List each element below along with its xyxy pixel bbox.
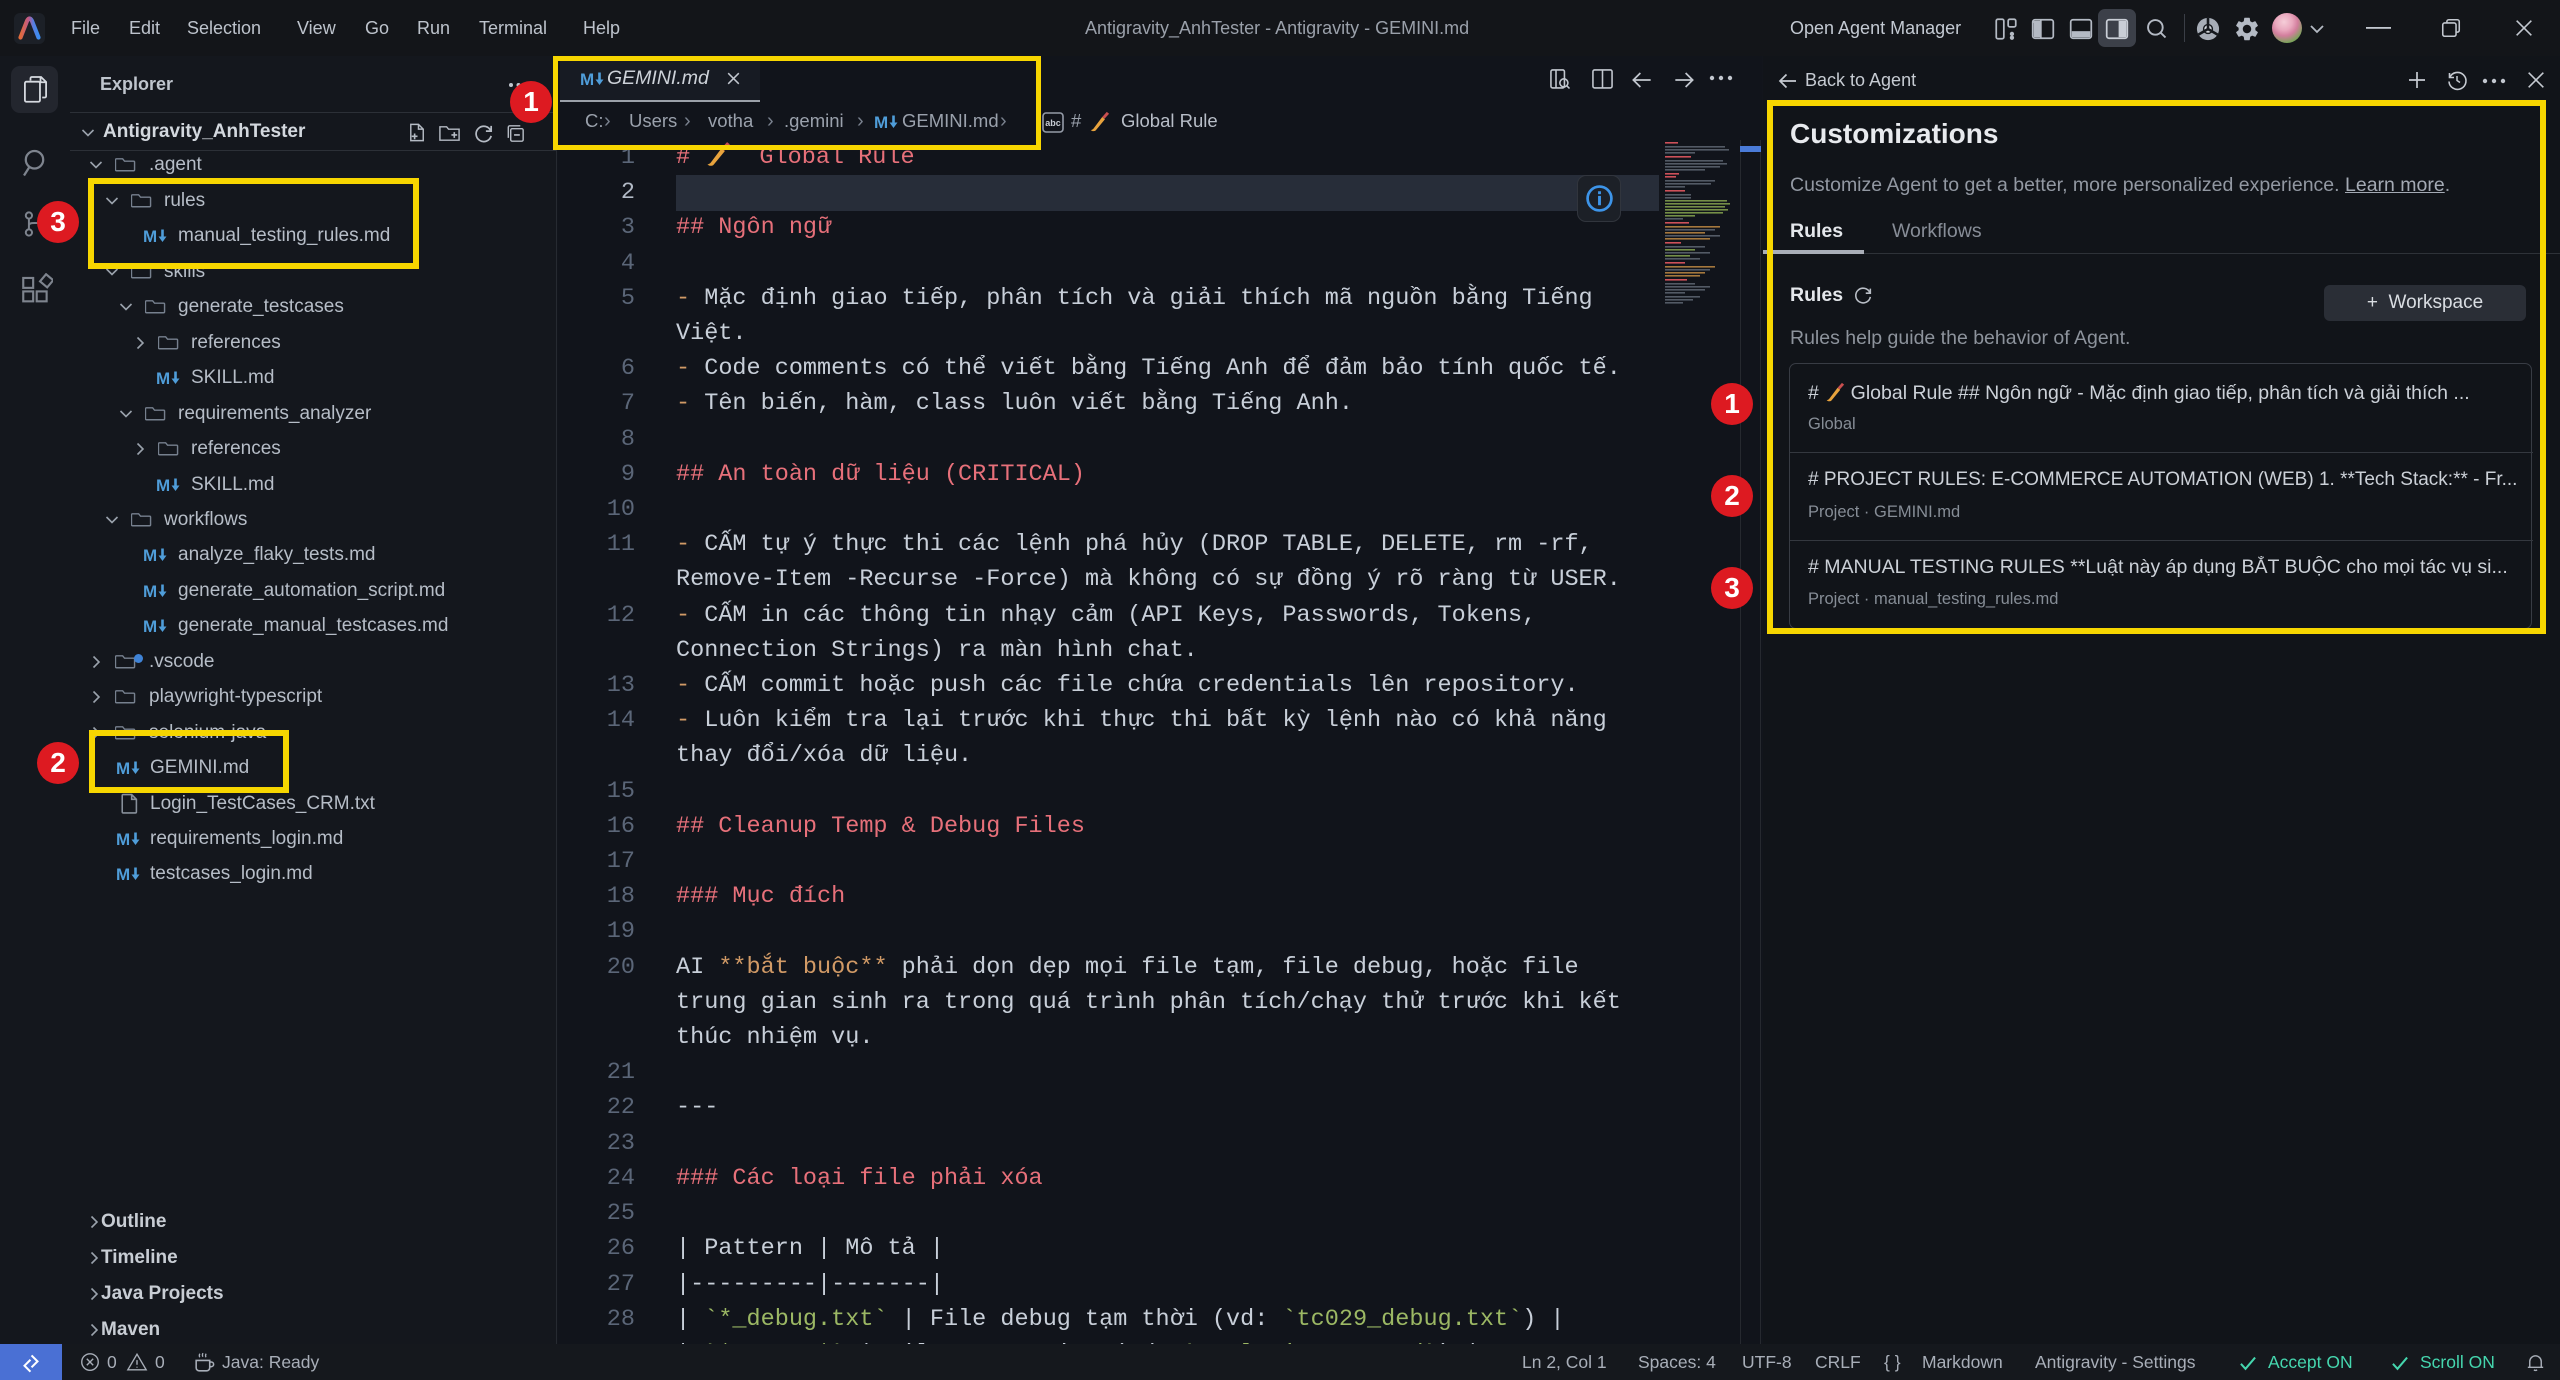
svg-text:abc: abc xyxy=(1045,118,1061,128)
